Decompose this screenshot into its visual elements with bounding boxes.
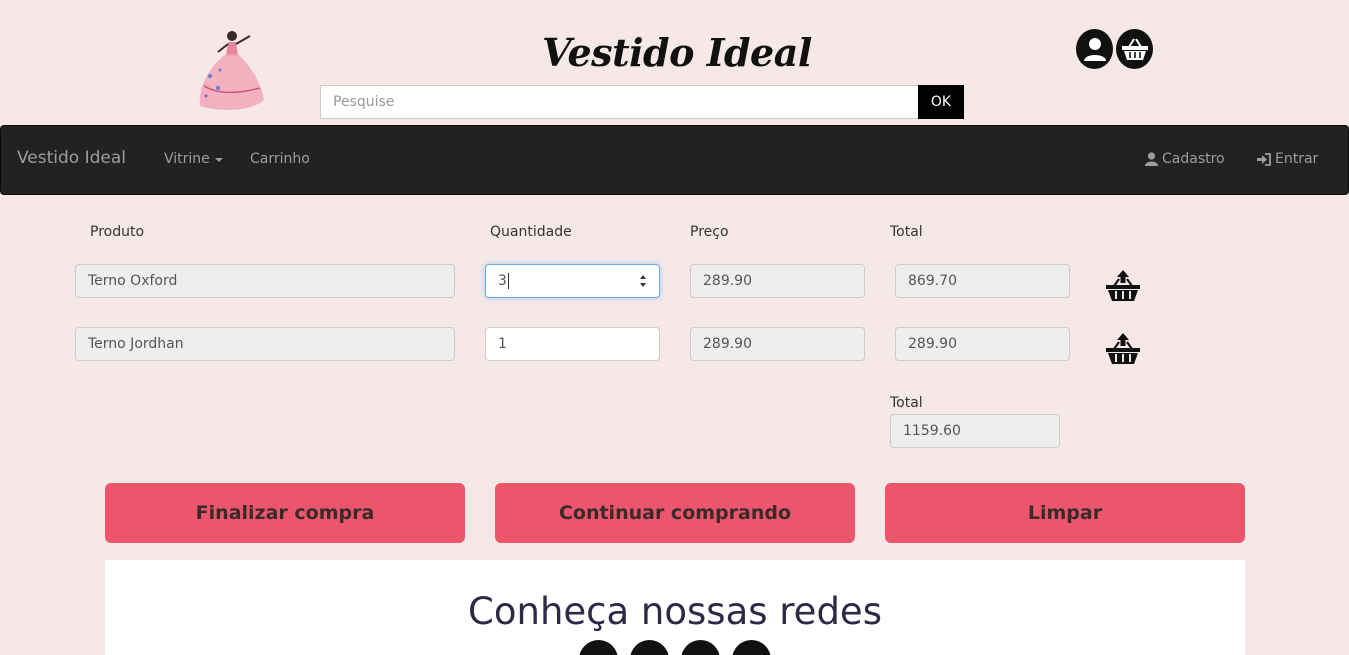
social-section: Conheça nossas redes	[105, 560, 1245, 655]
row-total-field: 869.70	[895, 264, 1070, 298]
navbar-brand[interactable]: Vestido Ideal	[17, 148, 126, 168]
remove-item-button[interactable]	[1105, 331, 1141, 365]
column-header-price: Preço	[690, 224, 729, 240]
finalize-purchase-button[interactable]: Finalizar compra	[105, 483, 465, 543]
continue-shopping-button[interactable]: Continuar comprando	[495, 483, 855, 543]
nav-item-label: Cadastro	[1162, 151, 1225, 167]
dress-logo-image	[190, 26, 270, 112]
instagram-icon[interactable]	[630, 640, 669, 655]
sign-in-icon	[1257, 152, 1271, 166]
user-icon	[1145, 152, 1158, 166]
price-field: 289.90	[690, 264, 865, 298]
column-header-product: Produto	[90, 224, 145, 240]
nav-item-cadastro[interactable]: Cadastro	[1145, 151, 1225, 167]
social-title: Conheça nossas redes	[468, 590, 882, 633]
basket-icon[interactable]	[1116, 29, 1153, 69]
main-navbar: Vestido Ideal Vitrine Carrinho Cadastro …	[0, 125, 1349, 195]
search-bar: OK	[320, 85, 964, 119]
pinterest-icon[interactable]	[732, 640, 771, 655]
row-total-field: 289.90	[895, 327, 1070, 361]
site-title: Vestido Ideal	[542, 30, 812, 75]
search-button[interactable]: OK	[918, 85, 964, 119]
column-header-total: Total	[890, 224, 923, 240]
quantity-value: 3	[498, 273, 507, 289]
text-cursor	[507, 273, 509, 289]
nav-item-entrar[interactable]: Entrar	[1257, 151, 1318, 167]
grand-total-field: 1159.60	[890, 414, 1060, 448]
product-field: Terno Jordhan	[75, 327, 455, 361]
caret-down-icon	[214, 158, 223, 162]
price-field: 289.90	[690, 327, 865, 361]
basket-remove-icon	[1106, 333, 1140, 364]
nav-item-label: Entrar	[1275, 151, 1319, 167]
nav-item-label: Vitrine	[164, 151, 210, 167]
basket-remove-icon	[1106, 270, 1140, 301]
youtube-icon[interactable]	[681, 640, 720, 655]
column-header-quantity: Quantidade	[490, 224, 572, 240]
search-input[interactable]	[320, 85, 918, 119]
user-icon[interactable]	[1076, 29, 1113, 69]
quantity-value: 1	[498, 336, 507, 352]
social-icons	[579, 640, 771, 655]
nav-item-carrinho[interactable]: Carrinho	[250, 151, 310, 167]
clear-cart-button[interactable]: Limpar	[885, 483, 1245, 543]
quantity-stepper[interactable]: 3	[485, 264, 660, 298]
facebook-icon[interactable]	[579, 640, 618, 655]
quantity-stepper[interactable]: 1	[485, 327, 660, 361]
grand-total-label: Total	[890, 395, 923, 411]
nav-item-vitrine[interactable]: Vitrine	[164, 151, 223, 167]
product-field: Terno Oxford	[75, 264, 455, 298]
remove-item-button[interactable]	[1105, 268, 1141, 302]
nav-item-label: Carrinho	[250, 151, 310, 167]
stepper-arrows-icon[interactable]	[639, 274, 647, 288]
